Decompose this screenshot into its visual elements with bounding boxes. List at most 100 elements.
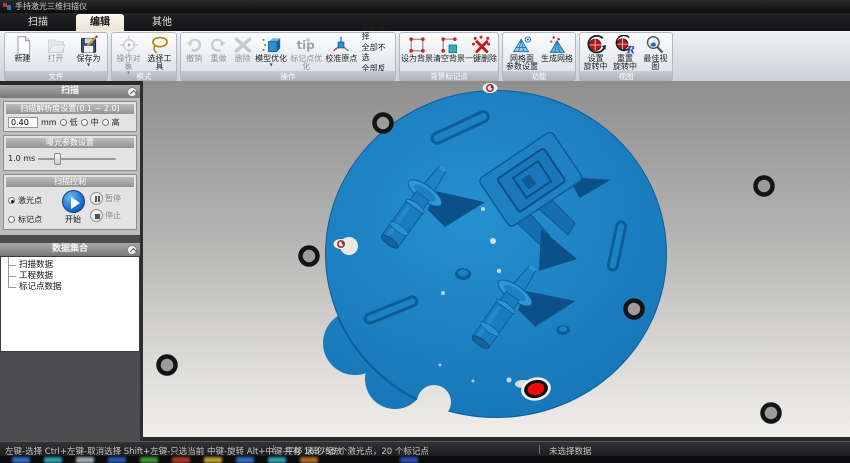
model-optimize-button[interactable]: 模型优化 ▼	[255, 34, 287, 71]
set-rotation-center-button[interactable]: 设置 旋转中心	[581, 34, 610, 71]
generate-mesh-button[interactable]: 生成网格	[540, 34, 574, 71]
clear-background-button[interactable]: 清空背景	[433, 34, 465, 71]
redo-button[interactable]: 重做	[206, 34, 230, 71]
ribbon-group-file: 新建 打开 保存为 ▼ 文件	[4, 32, 108, 81]
exposure-groupbox: 曝光参数设置 1.0 ms	[3, 135, 137, 171]
marker-point[interactable]	[763, 405, 780, 422]
data-tree: 扫描数据 工程数据 标记点数据	[0, 256, 140, 352]
taskbar-icon[interactable]	[76, 457, 94, 463]
stop-label: 停止	[105, 210, 121, 221]
slider-thumb[interactable]	[54, 153, 61, 165]
taskbar-icon[interactable]	[44, 457, 62, 463]
dropdown-arrow-icon: ▼	[87, 63, 90, 67]
one-key-delete-button[interactable]: 一键删除	[465, 34, 497, 71]
collapse-icon[interactable]	[127, 87, 137, 97]
ribbon: 新建 打开 保存为 ▼ 文件	[0, 31, 850, 81]
marker-optimize-button[interactable]: tip 标记点优化	[287, 34, 325, 71]
app-window: 手持激光三维扫描仪 扫描 编辑 其他 新建 打开	[0, 0, 850, 463]
tip-logo-icon: tip	[295, 35, 317, 55]
ribbon-tab-bar: 扫描 编辑 其他	[0, 13, 850, 31]
scan-control-groupbox: 扫描控制 激光点 标记点	[3, 174, 137, 230]
marker-point[interactable]	[159, 357, 176, 374]
radio-low[interactable]	[60, 119, 67, 126]
new-document-icon	[12, 35, 34, 55]
marker-point[interactable]	[626, 301, 643, 318]
marker-point[interactable]	[756, 178, 773, 195]
marker-point[interactable]	[375, 115, 392, 132]
radio-marker-label: 标记点	[18, 214, 42, 225]
status-bar: 左键-选择 Ctrl+左键-取消选择 Shift+左键-只选当前 中键-旋转 A…	[0, 441, 850, 456]
tab-edit[interactable]: 编辑	[76, 14, 124, 31]
mesh-gear-icon	[511, 35, 533, 55]
pause-button[interactable]	[90, 192, 103, 205]
new-button[interactable]: 新建	[6, 34, 39, 71]
marker-point[interactable]	[301, 248, 318, 265]
data-panel-title: 数据集合	[52, 244, 88, 254]
open-button[interactable]: 打开	[39, 34, 72, 71]
ribbon-group-bg-markers: 设为背景 清空背景 一键删除 背景标记点	[399, 32, 499, 81]
taskbar-icon[interactable]	[268, 457, 286, 463]
scan-panel-title: 扫描	[61, 86, 79, 96]
radio-mid-label: 中	[91, 117, 99, 128]
exposure-value: 1.0 ms	[8, 154, 35, 163]
collapse-icon[interactable]	[127, 245, 137, 255]
main-area: 扫描 扫描解析度设置(0.1 ~ 2.0) mm 低 中 高	[0, 81, 850, 441]
taskbar-peek	[0, 456, 850, 463]
calibrate-origin-button[interactable]: 校准原点	[325, 34, 357, 71]
tree-item-marker-data[interactable]: 标记点数据	[6, 282, 139, 293]
taskbar-icon[interactable]	[400, 457, 418, 463]
svg-text:tip: tip	[297, 38, 315, 52]
select-all-button[interactable]: 全部选择	[360, 22, 392, 42]
resolution-unit: mm	[41, 118, 57, 127]
window-title: 手持激光三维扫描仪	[15, 0, 87, 13]
delete-button[interactable]: 删除	[231, 34, 255, 71]
start-scan-button[interactable]	[62, 190, 85, 213]
ribbon-group-mode: 操作对象 ▼ 选择工具 ▼ 模式	[111, 32, 177, 81]
taskbar-icon[interactable]	[12, 457, 30, 463]
resolution-input[interactable]	[8, 117, 38, 128]
radio-high-label: 高	[112, 117, 120, 128]
save-as-button[interactable]: 保存为 ▼	[72, 34, 105, 71]
viewport-3d[interactable]	[143, 81, 850, 437]
reset-rotation-center-button[interactable]: R 重置 旋转中心	[610, 34, 639, 71]
tab-scan[interactable]: 扫描	[14, 14, 62, 31]
marker-point[interactable]	[483, 83, 498, 93]
ribbon-group-operation: 撤销 重做 删除 模型	[180, 32, 396, 81]
radio-laser-label: 激光点	[18, 195, 42, 206]
operate-object-button[interactable]: 操作对象 ▼	[113, 34, 144, 71]
exposure-slider[interactable]	[38, 158, 116, 160]
axis-origin-icon	[330, 35, 352, 55]
radio-mid[interactable]	[81, 119, 88, 126]
best-view-button[interactable]: 最佳视图	[640, 34, 671, 71]
marker-point[interactable]	[334, 239, 349, 249]
mesh-dots-icon	[546, 35, 568, 55]
scanned-model[interactable]	[143, 81, 850, 437]
delete-x-icon	[232, 35, 254, 55]
taskbar-icon[interactable]	[236, 457, 254, 463]
dropdown-arrow-icon: ▼	[270, 63, 273, 67]
rotation-center-icon	[585, 35, 607, 55]
taskbar-icon[interactable]	[140, 457, 158, 463]
taskbar-icon[interactable]	[204, 457, 222, 463]
select-none-button[interactable]: 全部不选	[360, 43, 392, 63]
tree-item-scan-data[interactable]: 扫描数据	[6, 260, 139, 271]
tree-item-project-data[interactable]: 工程数据	[6, 271, 139, 282]
select-tool-button[interactable]: 选择工具 ▼	[144, 34, 175, 71]
set-background-button[interactable]: 设为背景	[401, 34, 433, 71]
undo-button[interactable]: 撤销	[182, 34, 206, 71]
mesh-params-button[interactable]: 网格面 参数设置	[504, 34, 540, 71]
taskbar-icon[interactable]	[108, 457, 126, 463]
tab-other[interactable]: 其他	[138, 14, 186, 31]
scan-disc[interactable]	[293, 81, 713, 437]
pause-label: 暂停	[105, 193, 121, 204]
taskbar-icon[interactable]	[172, 457, 190, 463]
marker-clear-icon	[438, 35, 460, 55]
radio-high[interactable]	[102, 119, 109, 126]
taskbar-icon[interactable]	[300, 457, 318, 463]
radio-laser-point[interactable]	[8, 197, 15, 204]
stop-button[interactable]	[90, 209, 103, 222]
radio-marker-point[interactable]	[8, 216, 15, 223]
start-label: 开始	[65, 214, 81, 225]
scan-panel-body: 扫描解析度设置(0.1 ~ 2.0) mm 低 中 高 曝光参数设置	[0, 98, 140, 235]
redo-arrow-icon	[207, 35, 229, 55]
